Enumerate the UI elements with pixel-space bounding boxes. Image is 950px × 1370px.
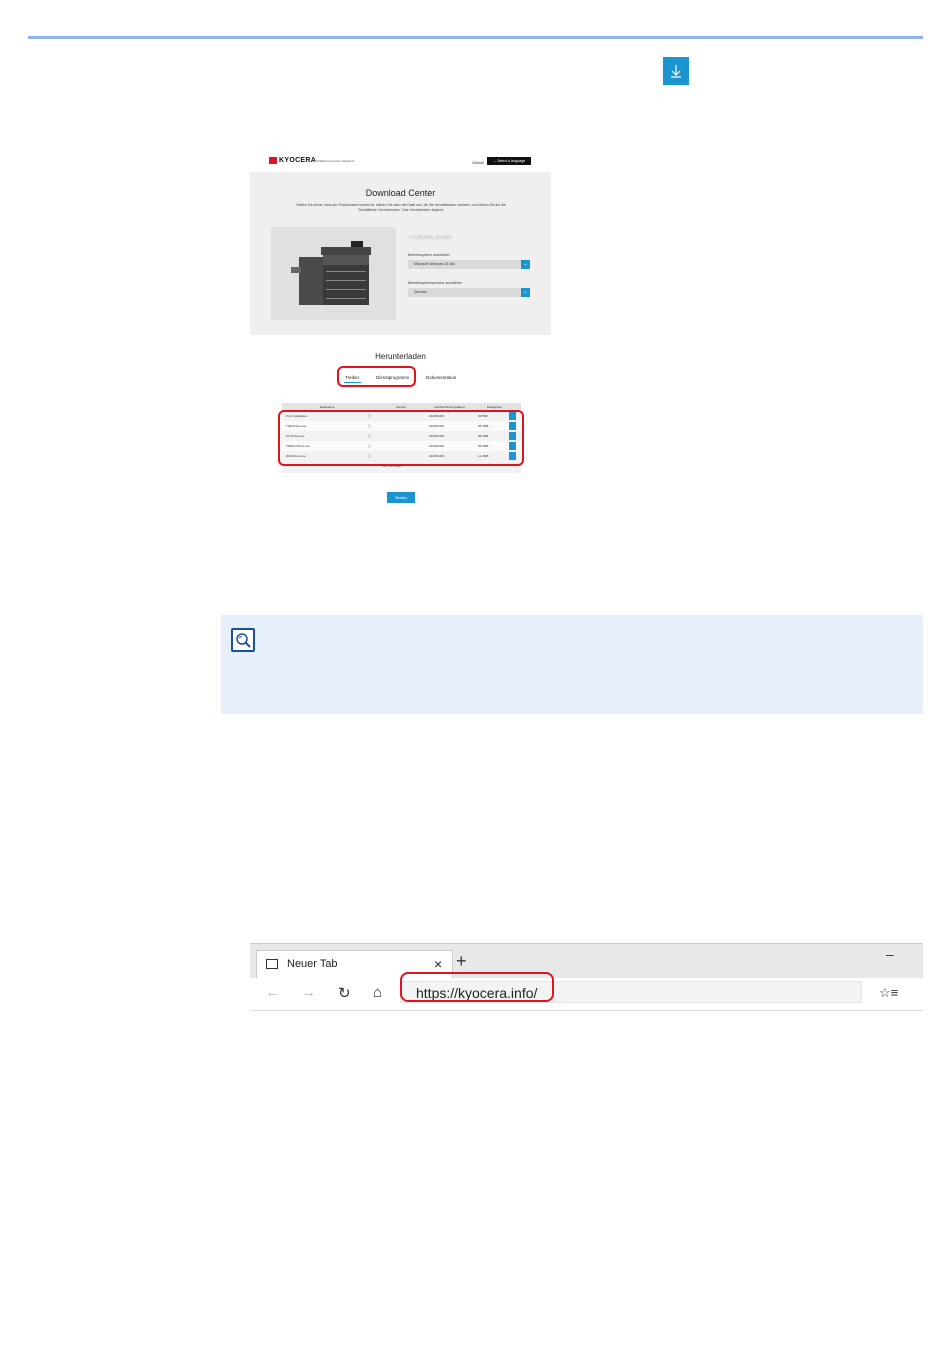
tabs-highlight-oval [337, 366, 416, 387]
show-more-link[interactable]: Mehr anzeigen [382, 464, 402, 468]
hero-section: Download Center Stellen Sie sicher, dass… [250, 172, 551, 335]
minimize-button[interactable]: – [886, 946, 894, 962]
os-select[interactable]: Microsoft Windows 10 x64 ⌄ [408, 260, 530, 269]
kyocera-logo-icon [269, 157, 277, 164]
kyocera-logo: KYOCERA [269, 157, 316, 164]
forward-button[interactable]: → [301, 984, 316, 1001]
download-section-title: Herunterladen [375, 352, 426, 361]
note-box [221, 615, 923, 714]
brand-subtitle: KYOCERA Document Solutions [312, 159, 355, 163]
browser-tab-title: Neuer Tab [287, 958, 338, 970]
browser-screenshot: Neuer Tab × + – ← → ↻ ⌂ https://kyocera.… [250, 943, 923, 1011]
column-header: Veröffentlichungsdatum [434, 404, 466, 409]
home-button[interactable]: ⌂ [373, 984, 382, 1001]
new-tab-button[interactable]: + [456, 951, 467, 972]
url-highlight-oval [400, 972, 554, 1002]
column-header: Dateigröße [487, 404, 502, 409]
back-button[interactable]: ← [265, 984, 280, 1001]
column-header: Dateiname [320, 404, 335, 409]
os-select-value: Microsoft Windows 10 x64 [414, 262, 455, 266]
submit-button[interactable]: Senden [387, 492, 415, 503]
close-tab-button[interactable]: × [434, 956, 442, 972]
chevron-down-icon: ⌄ [521, 260, 530, 269]
select-language-button[interactable]: → Select a language [487, 157, 531, 165]
note-icon [231, 628, 255, 652]
top-divider [28, 36, 923, 39]
os-language-value: German [414, 290, 427, 294]
page-description: Stellen Sie sicher, dass der Produktname… [296, 203, 506, 212]
chevron-down-icon: ⌄ [521, 288, 530, 297]
new-tab-page-icon [266, 959, 278, 969]
browser-tab-strip: Neuer Tab × + – [250, 944, 923, 979]
download-center-screenshot: KYOCERA KYOCERA Document Solutions Globa… [250, 148, 551, 510]
printer-image [271, 227, 396, 320]
column-header: Version [396, 404, 407, 409]
refresh-button[interactable]: ↻ [338, 984, 351, 1002]
favorites-button[interactable]: ☆≡ [879, 985, 898, 1001]
address-bar-row: ← → ↻ ⌂ https://kyocera.info/ ☆≡ [250, 972, 923, 1011]
tab-dokumentation[interactable]: Dokumentation [426, 375, 456, 380]
site-header: KYOCERA KYOCERA Document Solutions Globa… [250, 148, 551, 172]
global-link[interactable]: Global [472, 160, 484, 165]
download-arrow-icon [663, 57, 689, 85]
os-label: Betriebssystem auswählen [408, 253, 450, 257]
model-name: TASKalfa 3554ci [408, 235, 453, 241]
table-highlight-oval [278, 410, 524, 466]
page-title: Download Center [365, 188, 436, 198]
table-header: Dateiname Version Veröffentlichungsdatum… [282, 403, 521, 410]
os-language-label: Betriebssystemsprache auswählen [408, 281, 463, 285]
os-language-select[interactable]: German ⌄ [408, 288, 530, 297]
